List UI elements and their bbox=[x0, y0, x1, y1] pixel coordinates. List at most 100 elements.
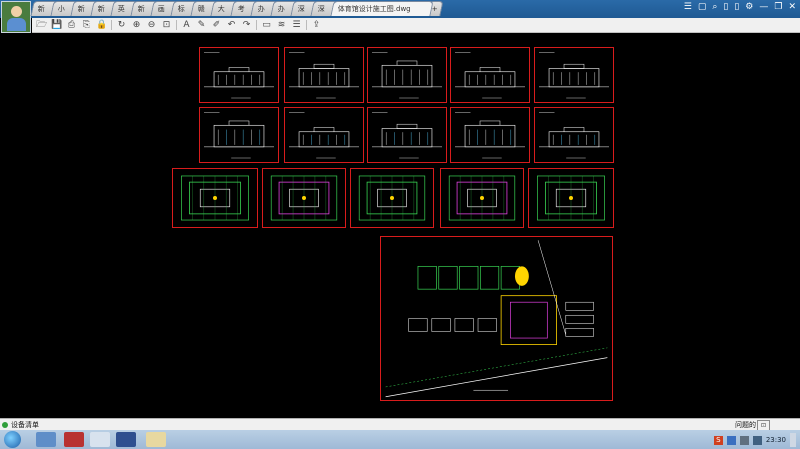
layers-icon[interactable]: ≋ bbox=[276, 20, 287, 31]
drawing-sheet-elevation[interactable] bbox=[367, 47, 447, 103]
tray-volume-icon[interactable] bbox=[739, 435, 749, 445]
drawing-sheet-elevation[interactable] bbox=[450, 107, 530, 163]
tray-network-icon[interactable] bbox=[726, 435, 736, 445]
drawing-sheet-plan[interactable] bbox=[172, 168, 258, 228]
folder-open-icon[interactable]: 🗁 bbox=[36, 20, 47, 31]
sheet-drawing bbox=[455, 52, 525, 99]
document-tab-label: 英 bbox=[117, 5, 125, 13]
sheet-drawing bbox=[204, 112, 274, 159]
document-tab-label: 新 bbox=[77, 5, 85, 13]
tray-app-icon[interactable]: S bbox=[713, 435, 723, 445]
windows-taskbar: S 23:30 bbox=[0, 430, 800, 449]
drawing-canvas[interactable] bbox=[0, 33, 800, 418]
drawing-sheet-elevation[interactable] bbox=[534, 47, 614, 103]
pencil-icon[interactable]: ✎ bbox=[196, 20, 207, 31]
zoom-fit-icon[interactable]: ⊡ bbox=[161, 20, 172, 31]
avatar-head bbox=[11, 6, 22, 17]
document-tab-label: 深 bbox=[317, 5, 325, 13]
status-right-label[interactable]: 问题的 bbox=[735, 420, 756, 430]
sheet-drawing bbox=[539, 112, 609, 159]
document-tab-label: 考 bbox=[237, 5, 245, 13]
start-button[interactable] bbox=[4, 431, 21, 448]
print-preview-icon[interactable]: ⎘ bbox=[81, 20, 92, 31]
zoom-in-icon[interactable]: ⊕ bbox=[131, 20, 142, 31]
close-icon[interactable]: ✕ bbox=[788, 2, 796, 12]
status-indicator-icon bbox=[2, 422, 8, 428]
drawing-sheet-elevation[interactable] bbox=[367, 107, 447, 163]
skin-icon[interactable]: ▢ bbox=[698, 2, 707, 12]
redo-icon[interactable]: ↷ bbox=[241, 20, 252, 31]
show-desktop-button[interactable] bbox=[790, 433, 796, 447]
sheet-drawing bbox=[289, 112, 359, 159]
active-document-tab[interactable]: 体育馆设计施工图.dwg bbox=[330, 1, 434, 16]
drawing-sheet-plan[interactable] bbox=[262, 168, 346, 228]
text-icon[interactable]: A bbox=[181, 20, 192, 31]
save-icon[interactable]: 💾 bbox=[51, 20, 62, 31]
drawing-sheet-plan[interactable] bbox=[350, 168, 434, 228]
window-controls: ☰ ▢ ⌕ ▯ ▯ ⚙ — ❐ ✕ bbox=[684, 2, 796, 12]
drawing-sheet-elevation[interactable] bbox=[284, 47, 364, 103]
document-tab-label: 新 bbox=[37, 5, 45, 13]
taskbar-app-cad[interactable] bbox=[146, 432, 166, 447]
export-icon[interactable]: ⇪ bbox=[311, 20, 322, 31]
marker-icon[interactable]: ✐ bbox=[211, 20, 222, 31]
lock-icon[interactable]: 🔒 bbox=[96, 20, 107, 31]
taskbar-app-browser[interactable] bbox=[36, 432, 56, 447]
zoom-out-icon[interactable]: ⊖ bbox=[146, 20, 157, 31]
active-document-tab-label: 体育馆设计施工图.dwg bbox=[337, 5, 411, 13]
document-tab-label: 新 bbox=[97, 5, 105, 13]
sheet-drawing bbox=[181, 175, 249, 221]
drawing-sheet-plan[interactable] bbox=[528, 168, 614, 228]
undo-icon[interactable]: ↶ bbox=[226, 20, 237, 31]
document-tab-label: 大 bbox=[217, 5, 225, 13]
document-tab-label: 新 bbox=[137, 5, 145, 13]
sheet-drawing bbox=[372, 112, 442, 159]
menu-icon[interactable]: ☰ bbox=[684, 2, 692, 12]
drawing-sheet-site-plan[interactable] bbox=[380, 236, 613, 401]
sheet-drawing bbox=[289, 52, 359, 99]
drawing-sheet-plan[interactable] bbox=[440, 168, 524, 228]
document-tab-label: 办 bbox=[277, 5, 285, 13]
taskbar-app-explorer[interactable] bbox=[90, 432, 110, 447]
stack-icon[interactable]: ☰ bbox=[291, 20, 302, 31]
tray-flag-icon[interactable] bbox=[752, 435, 762, 445]
search-icon[interactable]: ⌕ bbox=[712, 2, 717, 12]
document-tab-label: 小 bbox=[57, 5, 65, 13]
drawing-sheet-elevation[interactable] bbox=[199, 107, 279, 163]
document-tab-label: 深 bbox=[297, 5, 305, 13]
app-logo[interactable] bbox=[1, 1, 31, 33]
drawing-sheet-elevation[interactable] bbox=[284, 107, 364, 163]
sheet-drawing bbox=[455, 112, 525, 159]
restore-icon[interactable]: ❐ bbox=[774, 2, 782, 12]
sheet-drawing bbox=[204, 52, 274, 99]
main-toolbar: 🗁 💾 ⎙ ⎘ 🔒 ↻ ⊕ ⊖ ⊡ A ✎ ✐ ↶ ↷ ▭ ≋ ☰ ⇪ bbox=[32, 18, 800, 33]
taskbar-app-stack[interactable] bbox=[116, 432, 136, 447]
phone-icon[interactable]: ▯ bbox=[723, 2, 728, 12]
sheet-drawing bbox=[539, 52, 609, 99]
sheet-drawing bbox=[372, 52, 442, 99]
status-left[interactable]: 设备清单 bbox=[2, 420, 39, 430]
document-tab-label: 画 bbox=[157, 5, 165, 13]
measure-icon[interactable]: ▭ bbox=[261, 20, 272, 31]
system-tray: S 23:30 bbox=[713, 433, 796, 447]
document-tab-label: 赣 bbox=[197, 5, 205, 13]
tablet-icon[interactable]: ▯ bbox=[734, 2, 739, 12]
sheet-drawing bbox=[537, 175, 605, 221]
minimize-icon[interactable]: — bbox=[759, 2, 768, 12]
document-tabs: 新小新新英新画标赣大考办办深深体育馆设计施工图.dwg + bbox=[30, 1, 444, 17]
drawing-sheet-elevation[interactable] bbox=[450, 47, 530, 103]
sheet-drawing bbox=[385, 240, 608, 398]
toolbar-separator bbox=[306, 20, 307, 30]
taskbar-app-red[interactable] bbox=[64, 432, 84, 447]
drawing-sheet-elevation[interactable] bbox=[199, 47, 279, 103]
rotate-left-icon[interactable]: ↻ bbox=[116, 20, 127, 31]
drawing-sheet-elevation[interactable] bbox=[534, 107, 614, 163]
clock[interactable]: 23:30 bbox=[766, 436, 786, 444]
toolbar-separator bbox=[256, 20, 257, 30]
print-icon[interactable]: ⎙ bbox=[66, 20, 77, 31]
title-bar: 新小新新英新画标赣大考办办深深体育馆设计施工图.dwg + ☰ ▢ ⌕ ▯ ▯ ⚙ — ❐ ✕ bbox=[0, 0, 800, 33]
sheet-drawing bbox=[358, 175, 426, 221]
document-tab-label: 标 bbox=[177, 5, 185, 13]
document-tab-label: 办 bbox=[257, 5, 265, 13]
settings-icon[interactable]: ⚙ bbox=[745, 2, 753, 12]
